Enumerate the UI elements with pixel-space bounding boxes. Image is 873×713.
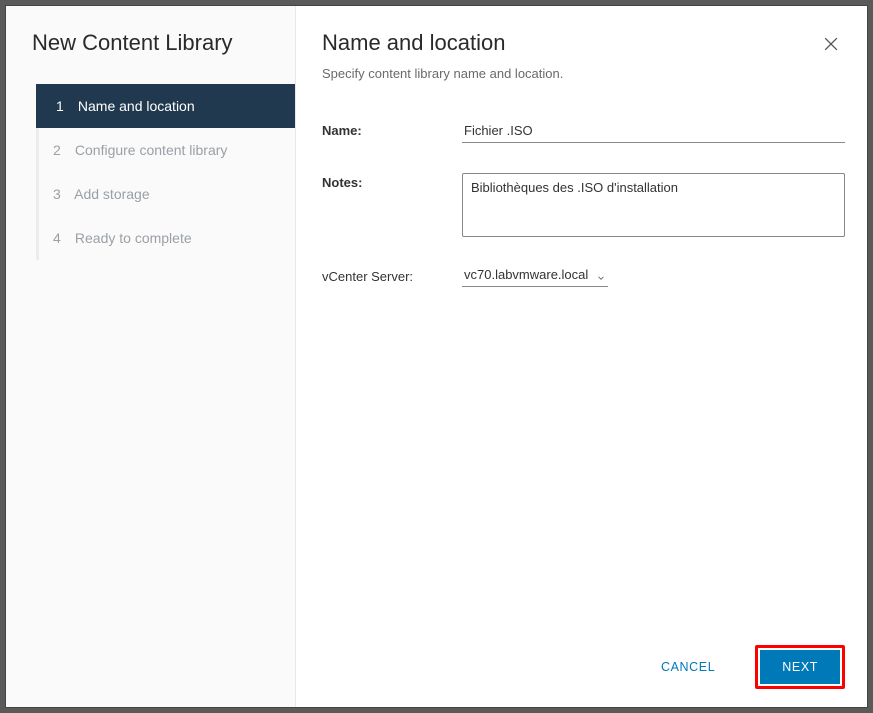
next-button[interactable]: NEXT [760, 650, 840, 684]
row-notes: Notes: [322, 173, 845, 237]
step-configure-content-library: 2 Configure content library [39, 128, 295, 172]
next-button-highlight: NEXT [755, 645, 845, 689]
close-icon[interactable] [821, 34, 841, 54]
header-row: Name and location [322, 30, 845, 56]
name-input[interactable] [462, 121, 845, 143]
step-ready-to-complete: 4 Ready to complete [39, 216, 295, 260]
step-name-and-location[interactable]: 1 Name and location [36, 84, 295, 128]
name-label: Name: [322, 121, 462, 138]
vcenter-label: vCenter Server: [322, 267, 462, 284]
new-content-library-dialog: New Content Library 1 Name and location … [5, 5, 868, 708]
step-number: 3 [53, 186, 71, 202]
wizard-title: New Content Library [6, 30, 295, 84]
notes-label: Notes: [322, 173, 462, 190]
wizard-main-panel: Name and location Specify content librar… [296, 6, 867, 707]
wizard-footer: CANCEL NEXT [643, 645, 845, 689]
step-label: Name and location [78, 98, 195, 114]
wizard-steps: 1 Name and location 2 Configure content … [36, 84, 295, 260]
row-vcenter: vCenter Server: vc70.labvmware.local [322, 267, 845, 287]
step-label: Ready to complete [75, 230, 192, 246]
notes-textarea[interactable] [462, 173, 845, 237]
row-name: Name: [322, 121, 845, 143]
page-subtitle: Specify content library name and locatio… [322, 66, 845, 81]
step-number: 1 [56, 98, 74, 114]
vcenter-select[interactable]: vc70.labvmware.local [462, 267, 608, 287]
page-title: Name and location [322, 30, 505, 56]
step-label: Add storage [74, 186, 150, 202]
vcenter-value: vc70.labvmware.local [464, 267, 588, 282]
step-number: 4 [53, 230, 71, 246]
chevron-down-icon [596, 270, 606, 280]
step-label: Configure content library [75, 142, 228, 158]
form: Name: Notes: vCenter Server: vc70.labvmw… [322, 121, 845, 317]
step-add-storage: 3 Add storage [39, 172, 295, 216]
wizard-sidebar: New Content Library 1 Name and location … [6, 6, 296, 707]
cancel-button[interactable]: CANCEL [643, 650, 733, 684]
step-number: 2 [53, 142, 71, 158]
